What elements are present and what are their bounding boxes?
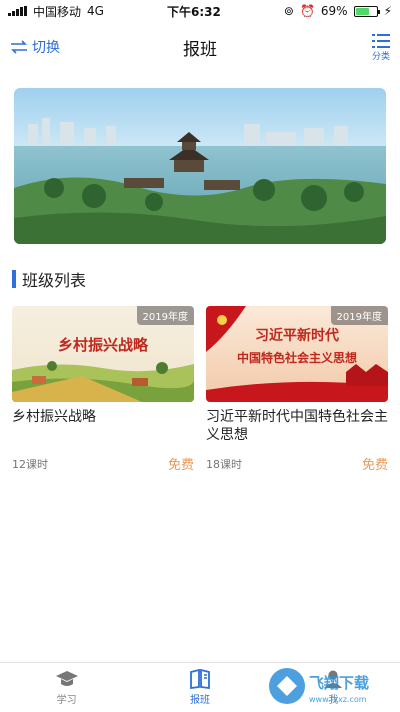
clock: 下午6:32	[166, 4, 221, 19]
watermark-logo: 飞翔下载 www.fxxz.com	[265, 664, 395, 708]
course-thumbnail: 乡村振兴战略 2019年度	[12, 306, 194, 402]
switch-label: 切换	[32, 40, 60, 56]
nav-bar: 切换 报班 分类	[0, 22, 400, 72]
course-grid: 乡村振兴战略 2019年度 乡村振兴战略 12课时 免费 习近平新时代 中国特色…	[0, 306, 400, 473]
list-icon	[372, 33, 390, 48]
page-title: 报班	[183, 39, 217, 60]
thumbnail-caption: 乡村振兴战略	[58, 336, 149, 354]
watermark-text: 飞翔下载	[309, 674, 369, 692]
year-badge: 2019年度	[330, 306, 388, 325]
alarm-icon: ⏰	[299, 4, 315, 18]
tab-label: 报班	[189, 694, 210, 706]
course-hours: 18课时	[206, 457, 242, 471]
course-thumbnail: 习近平新时代 中国特色社会主义思想 2019年度	[206, 306, 388, 402]
course-card[interactable]: 习近平新时代 中国特色社会主义思想 2019年度 习近平新时代中国特色社会主义思…	[206, 306, 388, 473]
watermark-url: www.fxxz.com	[309, 695, 367, 704]
category-button[interactable]: 分类	[310, 33, 390, 62]
section-accent-bar	[12, 270, 16, 288]
book-icon	[190, 668, 210, 689]
battery-icon	[353, 5, 380, 17]
graduation-cap-icon	[55, 670, 78, 686]
tab-enroll[interactable]: 报班	[133, 663, 266, 711]
section-title: 班级列表	[22, 271, 87, 290]
orientation-lock-icon: ⊚	[283, 4, 294, 18]
course-title: 乡村振兴战略	[12, 409, 96, 425]
thumbnail-caption-line1: 习近平新时代	[255, 327, 339, 344]
course-hours: 12课时	[12, 457, 48, 471]
battery-percent: 69%	[320, 4, 348, 18]
thumbnail-caption-line2: 中国特色社会主义思想	[237, 350, 357, 365]
course-price: 免费	[361, 458, 388, 473]
tab-study[interactable]: 学习	[0, 663, 133, 711]
course-title: 习近平新时代中国特色社会主义思想	[206, 409, 388, 443]
status-bar: 中国移动 4G 下午6:32 ⊚ ⏰ 69% ⚡	[0, 0, 400, 22]
category-label: 分类	[371, 51, 390, 62]
section-header: 班级列表	[12, 268, 388, 290]
year-badge: 2019年度	[136, 306, 194, 325]
charging-icon: ⚡	[383, 4, 392, 18]
swap-icon	[11, 40, 27, 54]
course-card[interactable]: 乡村振兴战略 2019年度 乡村振兴战略 12课时 免费	[12, 306, 194, 473]
network-label: 4G	[87, 4, 104, 18]
carrier-label: 中国移动	[33, 4, 82, 19]
signal-icon	[8, 6, 27, 16]
switch-button[interactable]: 切换	[10, 37, 90, 57]
banner-image[interactable]	[14, 88, 386, 244]
course-price: 免费	[167, 458, 194, 473]
tab-label: 学习	[56, 694, 77, 706]
